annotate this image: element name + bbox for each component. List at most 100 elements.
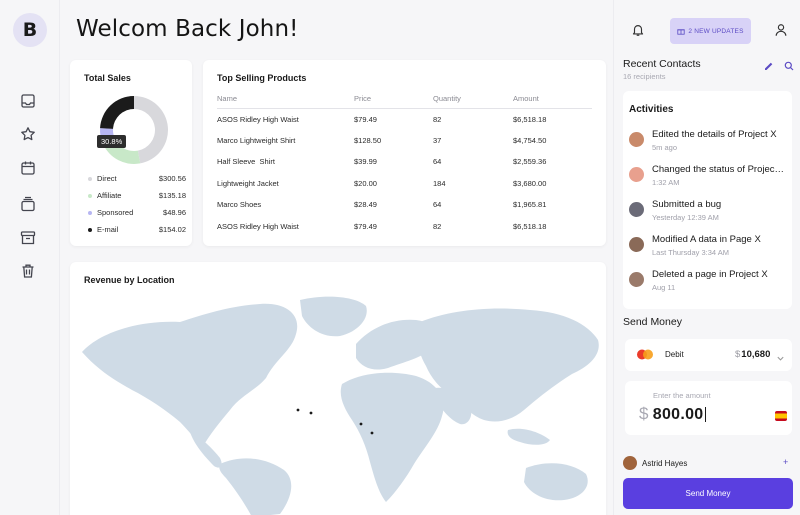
gift-icon [677,29,685,35]
map-africa[interactable] [340,372,444,502]
amount-currency: $ [639,404,649,423]
legend-row-affiliate: Affiliate $135.18 [88,187,186,204]
map-south-america[interactable] [219,458,292,515]
activity-text: Edited the details of Project X [652,129,777,140]
donut-slice-email[interactable] [100,96,134,129]
user-icon[interactable] [774,23,788,37]
legend-label: E-mail [97,225,119,234]
new-updates-button[interactable]: 2 NEW UPDATES [670,18,751,44]
table-cell: $20.00 [354,178,377,188]
activity-item[interactable]: Edited the details of Project X 5m ago [629,129,789,159]
search-icon[interactable] [784,58,794,71]
donut-slice-direct[interactable] [134,96,168,164]
table-cell: $128.50 [354,135,382,145]
table-cell: $3,680.00 [513,178,547,188]
card-select[interactable]: Debit $10,680 [625,339,792,371]
table-row[interactable]: ASOS Ridley High Waist $79.49 82 $6,518.18 [217,216,592,238]
table-row[interactable]: ASOS Ridley High Waist $79.49 82 $6,518.18 [217,108,592,130]
map-north-america[interactable] [82,303,298,448]
legend-row-email: E-mail $154.02 [88,221,186,238]
chevron-down-icon[interactable] [776,350,785,361]
percent-badge: 30.8% [97,135,127,148]
activity-item[interactable]: Modified A data in Page X Last Thursday … [629,234,789,264]
activity-time: Aug 11 [652,283,676,292]
table-cell: Lightweight Jacket [217,178,279,188]
pencil-icon[interactable] [764,58,774,70]
avatar [629,202,644,217]
card-balance: $10,680 [735,349,770,360]
table-cell: Half Sleeve Shirt [217,157,275,167]
recent-contacts-title: Recent Contacts [623,58,701,70]
table-cell: Marco Lightweight Shirt [217,135,296,145]
legend-row-direct: Direct $300.56 [88,170,186,187]
activity-time: 1:32 AM [652,178,680,187]
activity-time: 5m ago [652,143,678,152]
activity-item[interactable]: Changed the status of Project X 1:32 AM [629,164,789,194]
mastercard-icon [637,349,653,360]
activity-item[interactable]: Deleted a page in Project X Aug 11 [629,269,789,299]
amount-placeholder: Enter the amount [653,391,711,400]
stack-icon[interactable] [20,196,36,212]
inbox-icon[interactable] [20,93,36,109]
table-cell: $6,518.18 [513,221,547,231]
send-money-button[interactable]: Send Money [623,478,793,509]
column-header[interactable]: Quantity [433,90,513,109]
trash-icon[interactable] [20,263,36,279]
recipient-name: Astrid Hayes [642,459,688,468]
map-greenland[interactable] [300,296,367,337]
add-recipient-button[interactable]: + [783,457,788,467]
table-cell: $28.49 [354,200,377,210]
table-cell: $79.49 [354,221,377,231]
column-header[interactable]: Amount [513,90,592,109]
legend-label: Sponsored [97,208,134,217]
app-logo[interactable]: B [13,13,47,47]
amount-field[interactable]: $800.00 [639,404,706,424]
world-map[interactable] [70,292,606,515]
table-row[interactable]: Half Sleeve Shirt $39.99 64 $2,559.36 [217,151,592,173]
table-row[interactable]: Lightweight Jacket $20.00 184 $3,680.00 [217,173,592,195]
map-location-marker[interactable] [370,431,374,435]
activity-time: Last Thursday 3:34 AM [652,248,729,257]
calendar-icon[interactable] [20,160,36,176]
spain-flag-icon[interactable] [775,411,787,421]
amount-input-card[interactable]: Enter the amount $800.00 [625,381,792,435]
avatar [629,167,644,182]
avatar [629,132,644,147]
avatar [629,272,644,287]
total-sales-card: Total Sales 30.8% Direct $300.56 Affilia… [70,60,192,246]
products-table: Name Price Quantity Amount ASOS Ridley H… [217,90,592,237]
card-currency: $ [735,349,741,360]
recipient-row[interactable]: Astrid Hayes + [623,456,795,470]
table-row[interactable]: Marco Lightweight Shirt $128.50 37 $4,754.5… [217,130,592,152]
revenue-map-card: Revenue by Location [70,262,606,515]
column-header[interactable]: Name [217,90,354,109]
activity-item[interactable]: Submitted a bug Yesterday 12:39 AM [629,199,789,229]
legend-value: $48.96 [163,208,186,217]
activities-card: Activities Edited the details of Project… [623,91,792,309]
top-products-title: Top Selling Products [217,73,307,83]
table-cell: Marco Shoes [217,200,262,210]
legend-dot-direct [88,176,92,181]
map-southeast-asia[interactable] [507,428,550,445]
legend-label: Direct [97,174,117,183]
card-type-label: Debit [665,350,684,359]
map-australia[interactable] [524,463,588,501]
archive-icon[interactable] [20,230,36,246]
table-cell: $79.49 [354,114,377,124]
activities-title: Activities [629,104,674,115]
column-header[interactable]: Price [354,90,433,109]
legend-value: $300.56 [158,174,186,183]
table-cell: 37 [433,135,442,145]
legend-row-sponsored: Sponsored $48.96 [88,204,186,221]
table-cell: 82 [433,221,442,231]
table-row[interactable]: Marco Shoes $28.49 64 $1,965.81 [217,194,592,216]
revenue-title: Revenue by Location [84,275,175,285]
map-location-marker[interactable] [359,422,363,426]
map-location-marker[interactable] [309,411,313,415]
total-sales-title: Total Sales [84,73,131,83]
map-location-marker[interactable] [296,408,300,412]
bell-icon[interactable] [631,23,645,37]
sales-legend: Direct $300.56 Affiliate $135.18 Sponsor… [88,170,186,238]
star-icon[interactable] [20,126,36,142]
logo-letter: B [22,19,38,41]
